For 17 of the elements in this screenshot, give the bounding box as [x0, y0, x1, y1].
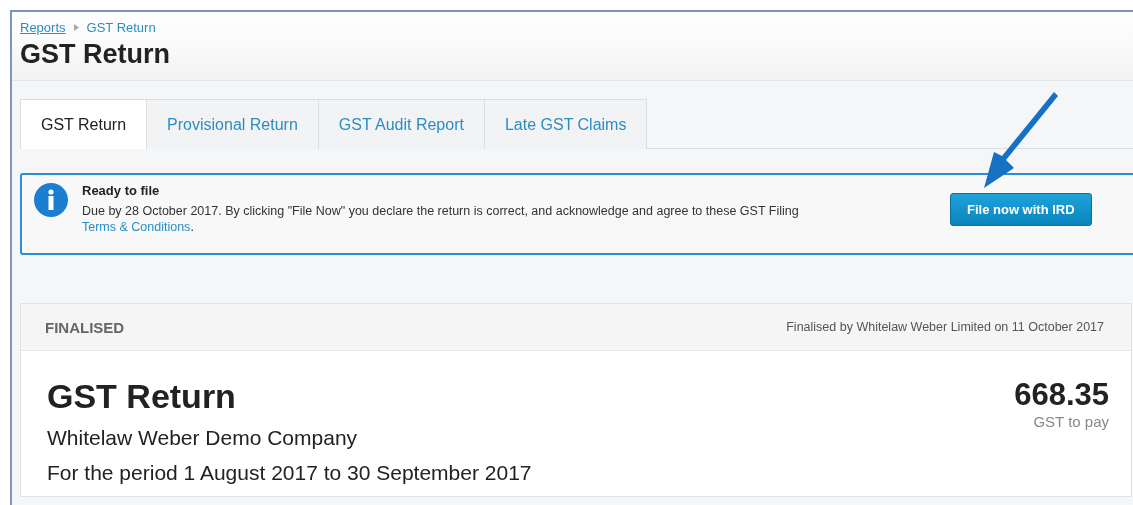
company-name: Whitelaw Weber Demo Company: [47, 426, 359, 451]
tab[interactable]: Late GST Claims: [483, 99, 648, 149]
breadcrumb-link[interactable]: Reports: [20, 20, 66, 35]
breadcrumb-current: GST Return: [86, 20, 156, 35]
notice-text: Due by 28 October 2017. By clicking "File Now" you declare the return is correct, and acknowledge and agree to these GST Filing Terms & Conditions.: [82, 204, 800, 236]
tab[interactable]: GST Return: [20, 99, 148, 149]
tab[interactable]: Provisional Return: [146, 99, 319, 149]
page-title: GST Return: [20, 39, 171, 70]
report-title: GST Return: [47, 377, 237, 417]
finalised-text: Finalised by Whitelaw Weber Limited on 11 October 2017: [786, 320, 1104, 335]
notice-heading: Ready to file: [82, 183, 161, 198]
tab[interactable]: GST Audit Report: [317, 99, 485, 149]
file-button[interactable]: File now with IRD: [950, 192, 1092, 226]
gst-amount: 668.35: [1014, 377, 1109, 414]
status-label: FINALISED: [45, 318, 125, 336]
amount-label: GST to pay: [1033, 413, 1109, 431]
period-text: For the period 1 August 2017 to 30 September 2017: [47, 461, 532, 486]
